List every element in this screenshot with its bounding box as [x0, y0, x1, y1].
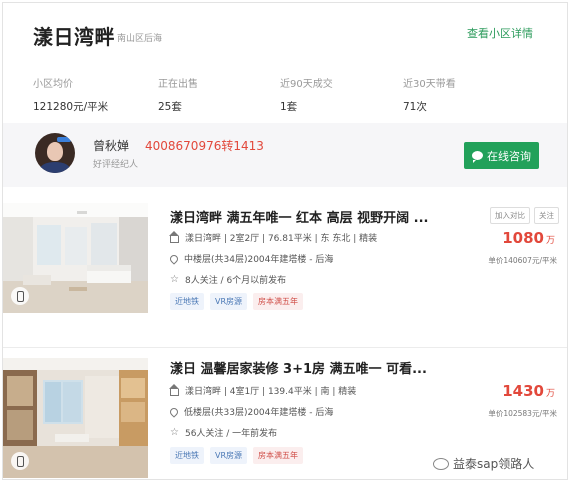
stat-label: 近90天成交 [280, 79, 333, 90]
tag-vr: VR房源 [210, 447, 248, 464]
tag-near-subway: 近地铁 [170, 293, 204, 310]
listing-info: 漾日湾畔 | 2室2厅 | 76.81平米 | 东 东北 | 精装 [169, 230, 378, 244]
listing-title[interactable]: 漾日湾畔 满五年唯一 红本 高层 视野开阔 ... [170, 207, 428, 226]
vr-icon[interactable] [11, 287, 29, 305]
stat-label: 正在出售 [158, 79, 198, 90]
community-header: 漾日湾畔 南山区后海 查看小区详情 [3, 3, 567, 63]
community-stats: 小区均价 121280元/平米 正在出售 25套 近90天成交 1套 近30天带… [3, 69, 567, 119]
stat-value: 71次 [403, 101, 427, 113]
star-icon: ☆ [170, 426, 179, 438]
listing-follow: ☆ 56人关注 / 一年前发布 [170, 426, 277, 439]
follow-button[interactable]: 关注 [534, 207, 559, 224]
listing-follow: ☆ 8人关注 / 6个月以前发布 [170, 273, 286, 286]
location-pin-icon [168, 252, 180, 265]
community-location: 南山区后海 [117, 34, 163, 44]
listing-photo[interactable] [3, 358, 148, 478]
listing-follow-text: 56人关注 / 一年前发布 [184, 429, 278, 439]
consult-label: 在线咨询 [487, 149, 531, 163]
wechat-icon [433, 457, 449, 470]
community-title: 漾日湾畔 [33, 25, 115, 49]
tag-five-years: 房本满五年 [253, 447, 304, 464]
agent-bar: 曾秋婵 4008670976转1413 好评经纪人 在线咨询 [3, 123, 567, 187]
listing-floor: 低楼层(共33层)2004年建塔楼 - 后海 [168, 405, 334, 418]
agent-name: 曾秋婵 [93, 139, 130, 153]
tag-vr: VR房源 [210, 293, 248, 310]
home-icon [169, 383, 179, 396]
listing-actions: 加入对比 关注 [490, 207, 559, 224]
stat-avg-price: 小区均价 121280元/平米 [33, 75, 108, 114]
listing-tags: 近地铁 VR房源 房本满五年 [170, 293, 304, 310]
listing-card[interactable]: 漾日湾畔 满五年唯一 红本 高层 视野开阔 ... 漾日湾畔 | 2室2厅 | … [3, 193, 567, 335]
agent-role: 好评经纪人 [93, 160, 139, 170]
watermark: 益泰sap领路人 [433, 455, 534, 472]
tag-five-years: 房本满五年 [253, 293, 304, 310]
listing-price: 1080 万 [502, 229, 555, 247]
stat-value: 25套 [158, 101, 182, 113]
listing-unit-price: 单价102583元/平米 [488, 409, 557, 418]
listing-title[interactable]: 漾日 温馨居家装修 3+1房 满五唯一 可看... [170, 358, 427, 377]
listing-info-text: 漾日湾畔 | 2室2厅 | 76.81平米 | 东 东北 | 精装 [185, 234, 378, 244]
stat-viewings-30d: 近30天带看 71次 [403, 75, 456, 114]
agent-avatar[interactable] [35, 133, 75, 173]
price-unit: 万 [545, 389, 555, 399]
price-value: 1430 [502, 382, 544, 400]
stat-label: 近30天带看 [403, 79, 456, 90]
agent-phone[interactable]: 4008670976转1413 [145, 137, 264, 154]
listing-info: 漾日湾畔 | 4室1厅 | 139.4平米 | 南 | 精装 [169, 383, 357, 397]
listing-unit-price: 单价140607元/平米 [488, 256, 557, 265]
watermark-text: 益泰sap领路人 [453, 457, 535, 471]
location-pin-icon [168, 405, 180, 418]
view-community-details-link[interactable]: 查看小区详情 [467, 25, 533, 41]
stat-on-sale: 正在出售 25套 [158, 75, 198, 114]
online-consult-button[interactable]: 在线咨询 [464, 142, 539, 169]
stat-deals-90d: 近90天成交 1套 [280, 75, 333, 114]
listing-floor-text: 低楼层(共33层)2004年建塔楼 - 后海 [184, 408, 334, 418]
chat-icon [472, 151, 483, 163]
listing-floor: 中楼层(共34层)2004年建塔楼 - 后海 [168, 252, 334, 265]
listing-photo[interactable] [3, 203, 148, 313]
stat-value: 1套 [280, 101, 298, 113]
home-icon [169, 230, 179, 243]
price-value: 1080 [502, 229, 544, 247]
listing-floor-text: 中楼层(共34层)2004年建塔楼 - 后海 [184, 255, 334, 265]
vr-icon[interactable] [11, 452, 29, 470]
add-to-compare-button[interactable]: 加入对比 [490, 207, 530, 224]
stat-value: 121280元/平米 [33, 101, 109, 113]
listing-info-text: 漾日湾畔 | 4室1厅 | 139.4平米 | 南 | 精装 [185, 387, 357, 397]
listing-price: 1430 万 [502, 382, 555, 400]
listing-tags: 近地铁 VR房源 房本满五年 [170, 447, 304, 464]
stat-label: 小区均价 [33, 79, 73, 90]
community-panel: 漾日湾畔 南山区后海 查看小区详情 小区均价 121280元/平米 正在出售 2… [2, 2, 568, 480]
tag-near-subway: 近地铁 [170, 447, 204, 464]
price-unit: 万 [545, 236, 555, 246]
listing-follow-text: 8人关注 / 6个月以前发布 [184, 276, 287, 286]
star-icon: ☆ [170, 273, 179, 285]
